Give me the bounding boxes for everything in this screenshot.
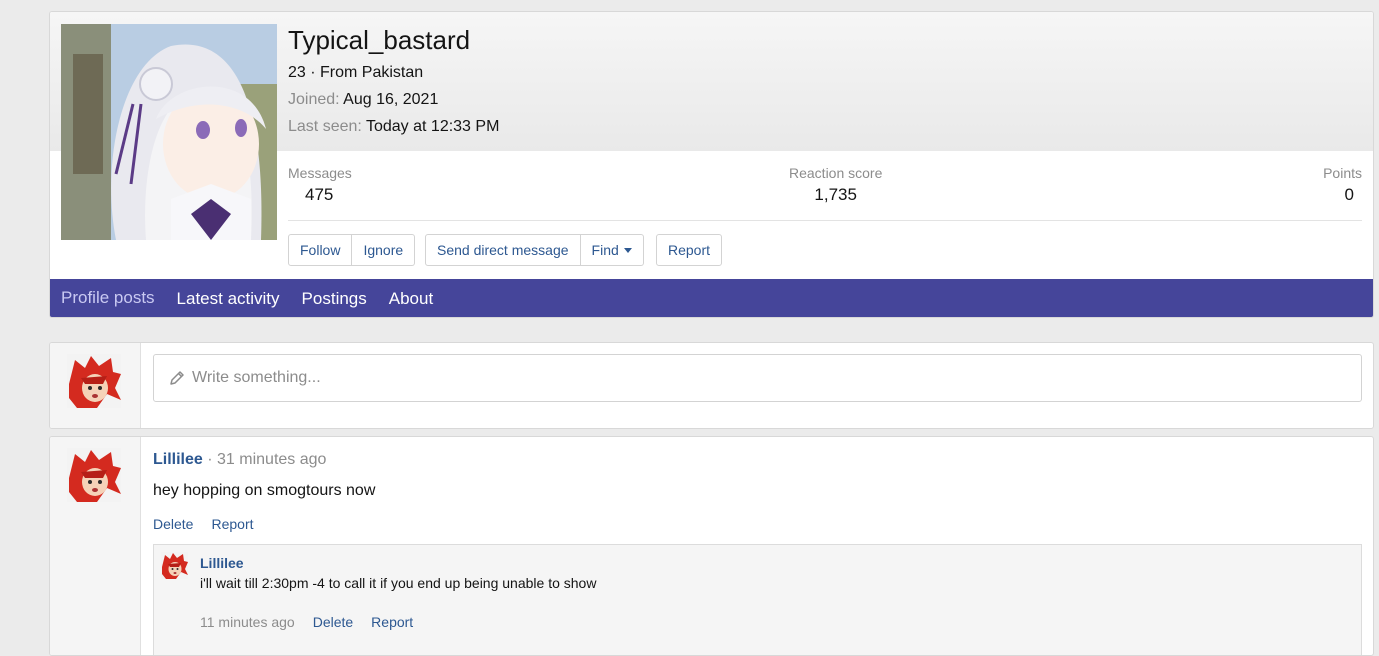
post-time[interactable]: · 31 minutes ago <box>207 451 326 468</box>
follow-button[interactable]: Follow <box>288 234 353 266</box>
tab-latest-activity[interactable]: Latest activity <box>166 279 291 317</box>
stat-reaction-score[interactable]: Reaction score 1,735 <box>789 165 882 205</box>
profile-header: Typical_bastard 23 · From Pakistan Joine… <box>49 11 1374 318</box>
comment-time[interactable]: 11 minutes ago <box>200 614 295 630</box>
message-find-group: Send direct message Find <box>425 234 644 266</box>
write-placeholder: Write something... <box>192 369 321 386</box>
stat-label: Points <box>1323 165 1362 181</box>
author-column <box>50 343 141 428</box>
joined-label: Joined: <box>288 91 340 108</box>
comment-actions: 11 minutes ago Delete Report <box>200 614 413 630</box>
delete-post-link[interactable]: Delete <box>153 516 193 532</box>
stat-points[interactable]: Points 0 <box>1323 165 1362 205</box>
last-seen-label: Last seen: <box>288 118 362 135</box>
current-user-avatar[interactable] <box>67 354 121 408</box>
caret-down-icon <box>623 247 632 253</box>
ignore-button[interactable]: Ignore <box>352 234 416 266</box>
profile-username: Typical_bastard <box>288 25 471 55</box>
comment-author-link[interactable]: Lillilee <box>200 555 244 571</box>
comment: Lillilee i'll wait till 2:30pm -4 to cal… <box>153 544 1362 655</box>
stat-value: 1,735 <box>814 185 857 204</box>
post-author-link[interactable]: Lillilee <box>153 451 203 468</box>
post-author-avatar[interactable] <box>67 448 121 502</box>
comment-author-avatar[interactable] <box>161 552 188 579</box>
profile-avatar[interactable] <box>61 24 277 240</box>
find-button[interactable]: Find <box>580 234 644 266</box>
stat-value: 475 <box>305 185 334 204</box>
delete-comment-link[interactable]: Delete <box>313 614 353 630</box>
post-body: hey hopping on smogtours now <box>153 482 376 499</box>
profile-joined: Joined: Aug 16, 2021 <box>288 91 438 109</box>
stat-label: Messages <box>288 165 352 181</box>
stat-label: Reaction score <box>789 165 883 181</box>
red-hair-avatar-icon <box>67 448 121 502</box>
new-profile-post: Write something... <box>49 342 1374 429</box>
tab-profile-posts[interactable]: Profile posts <box>50 279 166 317</box>
profile-last-seen: Last seen: Today at 12:33 PM <box>288 118 499 136</box>
follow-ignore-group: Follow Ignore <box>288 234 416 266</box>
send-direct-message-button[interactable]: Send direct message <box>425 234 581 266</box>
comment-body: i'll wait till 2:30pm -4 to call it if y… <box>200 575 597 591</box>
anime-girl-avatar-icon <box>61 24 277 240</box>
stat-value: 0 <box>1344 185 1354 204</box>
profile-stats: Messages 475 Reaction score 1,735 Points… <box>288 165 1362 221</box>
post-actions: Delete Report <box>153 516 254 532</box>
pencil-icon <box>170 371 184 385</box>
report-group: Report <box>656 234 723 266</box>
stat-messages[interactable]: Messages 475 <box>288 165 352 205</box>
write-something-input[interactable]: Write something... <box>153 354 1362 402</box>
red-hair-avatar-icon <box>67 354 121 408</box>
find-label: Find <box>591 242 619 258</box>
red-hair-avatar-icon <box>161 552 188 579</box>
tab-postings[interactable]: Postings <box>291 279 378 317</box>
report-comment-link[interactable]: Report <box>371 614 413 630</box>
last-seen-value: Today at 12:33 PM <box>365 118 500 135</box>
author-column <box>50 437 141 655</box>
tab-about[interactable]: About <box>378 279 444 317</box>
joined-value: Aug 16, 2021 <box>343 91 439 108</box>
report-post-link[interactable]: Report <box>211 516 253 532</box>
post-meta: Lillilee · 31 minutes ago <box>153 451 326 469</box>
profile-tabs: Profile posts Latest activity Postings A… <box>50 279 1373 317</box>
profile-age-location: 23 · From Pakistan <box>288 64 424 81</box>
profile-post: Lillilee · 31 minutes ago hey hopping on… <box>49 436 1374 656</box>
report-button[interactable]: Report <box>656 234 723 266</box>
